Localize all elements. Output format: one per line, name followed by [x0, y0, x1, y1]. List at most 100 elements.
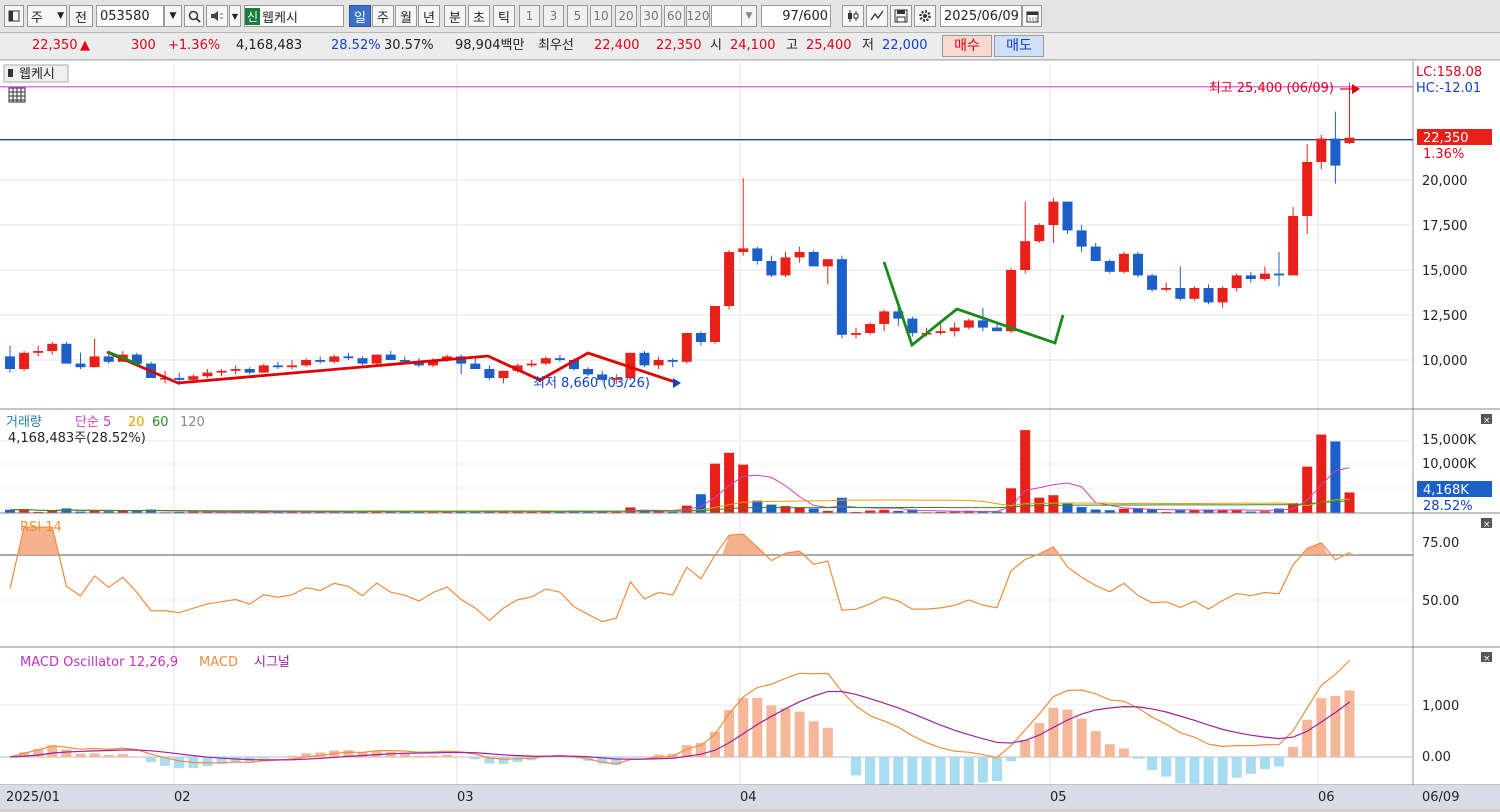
candle-body [1006, 270, 1016, 331]
rsi-panel-close-icon[interactable]: × [1481, 518, 1492, 530]
buy-button[interactable]: 매수 [942, 35, 992, 57]
rsi-axis-tick: 75.00 [1422, 536, 1459, 551]
period-type-label: 주 [28, 7, 46, 26]
period-type-select[interactable]: 주 ▼ [27, 5, 67, 27]
macd-oscillator-bar [202, 757, 212, 766]
volume-bar [1048, 495, 1058, 513]
period-button-label: 주 [377, 7, 389, 26]
period-button[interactable]: 주 [372, 5, 394, 27]
macd-oscillator-bar [738, 698, 748, 757]
macd-line-label: MACD [199, 655, 238, 670]
candle-body [470, 364, 480, 369]
gear-icon[interactable] [914, 5, 936, 27]
volume-bar [1020, 430, 1030, 513]
interval-button[interactable]: 5 [567, 5, 588, 27]
macd-oscillator-bar [1077, 719, 1087, 757]
stock-name: 웹케시 [262, 7, 298, 26]
interval-button[interactable]: 60 [664, 5, 685, 27]
volume-axis-tick: 15,000K [1422, 433, 1476, 448]
x-axis-label: 06 [1318, 790, 1335, 805]
search-icon[interactable] [184, 5, 204, 27]
calendar-icon[interactable] [1022, 5, 1042, 27]
candle-body [583, 369, 593, 374]
speaker-dropdown-icon[interactable]: ▼ [229, 5, 241, 27]
interval-button[interactable]: 20 [615, 5, 637, 27]
current-price-tag: 22,350 [1423, 131, 1469, 146]
count-max: /600 [799, 9, 830, 24]
candle-body [654, 360, 664, 365]
volume-bar [1147, 509, 1157, 513]
candle-body [1048, 202, 1058, 225]
volume-panel-close-icon[interactable]: × [1481, 414, 1492, 426]
candle-body [188, 376, 198, 380]
candle-body [343, 356, 353, 358]
candle-body [555, 358, 565, 360]
macd-panel-title: MACD Oscillator 12,26,9 [20, 655, 178, 670]
price-panel-title: 웹케시 [19, 67, 55, 82]
macd-axis-tick: 0.00 [1422, 750, 1451, 765]
macd-oscillator-bar [104, 755, 114, 757]
candle-body [329, 356, 339, 361]
best-quote-label: 최우선 [538, 37, 574, 57]
x-axis-label: 06/09 [1422, 790, 1459, 805]
date-input[interactable]: 2025/06/09 [940, 5, 1022, 27]
macd-oscillator-bar [1204, 757, 1214, 787]
macd-oscillator-bar [766, 705, 776, 757]
candle-body [710, 306, 720, 342]
stock-code-input[interactable]: 053580 [96, 5, 164, 27]
macd-panel-close-icon[interactable]: × [1481, 652, 1492, 664]
macd-oscillator-bar [428, 756, 438, 757]
candle-body [47, 344, 57, 351]
macd-oscillator-bar [1330, 696, 1340, 757]
candle-body [19, 353, 29, 369]
candle-type-icon[interactable] [842, 5, 864, 27]
macd-oscillator-bar [1133, 757, 1143, 759]
interval-button[interactable]: 3 [543, 5, 564, 27]
code-dropdown-icon[interactable]: ▼ [164, 5, 182, 27]
interval-button[interactable]: 10 [590, 5, 612, 27]
macd-oscillator-bar [823, 728, 833, 757]
macd-oscillator-bar [710, 732, 720, 757]
svg-text:×: × [1483, 416, 1491, 426]
hc-label: HC:-12.01 [1416, 81, 1481, 96]
count-input[interactable]: 97/600 [761, 5, 831, 27]
period-button[interactable]: 일 [349, 5, 371, 27]
volume-bar [1330, 441, 1340, 513]
macd-oscillator-bar [513, 757, 523, 762]
macd-oscillator-bar [174, 757, 184, 768]
min-price-annotation: 최저 8,660 (03/26) [533, 376, 650, 391]
period-button[interactable]: 월 [395, 5, 417, 27]
macd-oscillator-bar [1175, 757, 1185, 784]
volume-bar [710, 464, 720, 513]
stock-name-field[interactable]: 신 웹케시 [244, 5, 344, 27]
candle-body [202, 373, 212, 377]
macd-oscillator-bar [625, 757, 635, 758]
macd-oscillator-bar [1034, 723, 1044, 757]
period-button[interactable]: 초 [468, 5, 490, 27]
candle-body [1330, 139, 1340, 166]
interval-button[interactable]: 1 [519, 5, 540, 27]
indicator-icon[interactable] [866, 5, 888, 27]
turnover-pct: 28.52% [331, 37, 381, 57]
sell-button[interactable]: 매도 [994, 35, 1044, 57]
prev-button[interactable]: 전 [69, 5, 93, 27]
stock-chart[interactable]: 웹케시 최고 25,400 (06/09) 최저 8,660 (03/26) L… [0, 61, 1500, 809]
macd-signal-label: 시그널 [254, 655, 290, 670]
chart-area[interactable]: 웹케시 최고 25,400 (06/09) 최저 8,660 (03/26) L… [0, 61, 1500, 809]
period-button[interactable]: 분 [444, 5, 466, 27]
interval-button[interactable]: 120 [686, 5, 710, 27]
interval-button[interactable]: 30 [640, 5, 662, 27]
macd-oscillator-bar [287, 756, 297, 757]
macd-oscillator-bar [1218, 757, 1228, 784]
price-axis-tick: 10,000 [1422, 354, 1468, 369]
period-button[interactable]: 틱 [493, 5, 515, 27]
up-arrow-icon: ▲ [80, 37, 90, 57]
save-icon[interactable] [890, 5, 912, 27]
candle-body [1133, 254, 1143, 276]
period-button[interactable]: 년 [418, 5, 440, 27]
interval-dropdown-icon[interactable]: ▼ [741, 5, 757, 27]
speaker-icon[interactable] [206, 5, 228, 27]
open-label: 시 [710, 37, 722, 57]
table-icon[interactable] [9, 88, 25, 102]
window-menu-icon[interactable] [4, 5, 24, 27]
